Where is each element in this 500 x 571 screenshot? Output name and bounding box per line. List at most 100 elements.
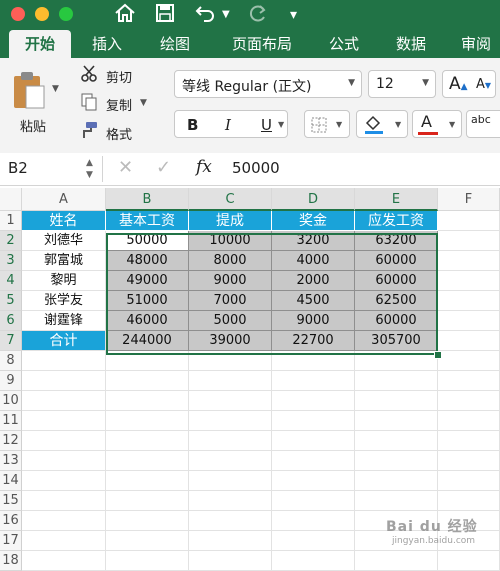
empty-cell[interactable] <box>22 471 106 491</box>
empty-cell[interactable] <box>355 451 438 471</box>
tab-page-layout[interactable]: 页面布局 <box>218 30 306 58</box>
empty-cell[interactable] <box>22 511 106 531</box>
row-header-9[interactable]: 9 <box>0 371 22 391</box>
empty-cell[interactable] <box>106 511 189 531</box>
cell-d7[interactable]: 22700 <box>272 331 355 351</box>
font-size-select[interactable]: 12 ▼ <box>368 70 436 98</box>
empty-cell[interactable] <box>22 411 106 431</box>
column-header-b[interactable]: B <box>106 188 189 211</box>
row-header-1[interactable]: 1 <box>0 211 22 231</box>
empty-cell[interactable] <box>189 551 272 571</box>
empty-cell[interactable] <box>189 491 272 511</box>
empty-cell[interactable] <box>106 471 189 491</box>
close-window-button[interactable] <box>11 7 25 21</box>
cell-d4[interactable]: 2000 <box>272 271 355 291</box>
cell-e1[interactable]: 应发工资 <box>355 211 438 231</box>
cell-d2[interactable]: 3200 <box>272 231 355 251</box>
empty-cell[interactable] <box>189 471 272 491</box>
increase-font-size-button[interactable]: A▲ <box>449 74 468 94</box>
row-header-4[interactable]: 4 <box>0 271 22 291</box>
row-header-7[interactable]: 7 <box>0 331 22 351</box>
empty-cell[interactable] <box>438 291 500 311</box>
wrap-text-button[interactable]: abc <box>466 110 500 138</box>
empty-cell[interactable] <box>438 251 500 271</box>
row-header-16[interactable]: 16 <box>0 511 22 531</box>
empty-cell[interactable] <box>272 431 355 451</box>
empty-cell[interactable] <box>189 351 272 371</box>
empty-cell[interactable] <box>189 431 272 451</box>
empty-cell[interactable] <box>438 211 500 231</box>
empty-cell[interactable] <box>272 491 355 511</box>
cell-d1[interactable]: 奖金 <box>272 211 355 231</box>
empty-cell[interactable] <box>22 371 106 391</box>
empty-cell[interactable] <box>272 451 355 471</box>
empty-cell[interactable] <box>22 391 106 411</box>
cell-a7[interactable]: 合计 <box>22 331 106 351</box>
cell-b1[interactable]: 基本工资 <box>106 211 189 231</box>
empty-cell[interactable] <box>189 511 272 531</box>
copy-label[interactable]: 复制 <box>106 95 132 114</box>
empty-cell[interactable] <box>355 351 438 371</box>
cell-c4[interactable]: 9000 <box>189 271 272 291</box>
empty-cell[interactable] <box>272 411 355 431</box>
cell-b3[interactable]: 48000 <box>106 251 189 271</box>
confirm-entry-icon[interactable]: ✓ <box>156 157 171 178</box>
cell-a4[interactable]: 黎明 <box>22 271 106 291</box>
row-header-13[interactable]: 13 <box>0 451 22 471</box>
cell-e6[interactable]: 60000 <box>355 311 438 331</box>
cell-a2[interactable]: 刘德华 <box>22 231 106 251</box>
cell-c5[interactable]: 7000 <box>189 291 272 311</box>
cell-c3[interactable]: 8000 <box>189 251 272 271</box>
cell-a1[interactable]: 姓名 <box>22 211 106 231</box>
cell-c6[interactable]: 5000 <box>189 311 272 331</box>
empty-cell[interactable] <box>272 391 355 411</box>
redo-icon[interactable] <box>246 3 268 30</box>
save-icon[interactable] <box>155 3 175 30</box>
empty-cell[interactable] <box>355 391 438 411</box>
empty-cell[interactable] <box>438 271 500 291</box>
format-painter-label[interactable]: 格式 <box>106 124 132 143</box>
undo-dropdown-icon[interactable]: ▼ <box>222 3 230 27</box>
empty-cell[interactable] <box>189 411 272 431</box>
cell-b4[interactable]: 49000 <box>106 271 189 291</box>
minimize-window-button[interactable] <box>35 7 49 21</box>
cell-d6[interactable]: 9000 <box>272 311 355 331</box>
fill-color-button[interactable]: ▼ <box>356 110 408 138</box>
empty-cell[interactable] <box>438 491 500 511</box>
empty-cell[interactable] <box>22 431 106 451</box>
empty-cell[interactable] <box>22 451 106 471</box>
insert-function-button[interactable]: fx <box>196 157 212 177</box>
cell-d5[interactable]: 4500 <box>272 291 355 311</box>
empty-cell[interactable] <box>106 491 189 511</box>
italic-button[interactable]: I <box>225 116 231 134</box>
copy-icon[interactable] <box>80 93 98 115</box>
empty-cell[interactable] <box>189 391 272 411</box>
empty-cell[interactable] <box>438 391 500 411</box>
paste-dropdown-icon[interactable]: ▼ <box>52 84 59 94</box>
format-painter-icon[interactable] <box>80 121 98 143</box>
cell-e2[interactable]: 63200 <box>355 231 438 251</box>
row-header-17[interactable]: 17 <box>0 531 22 551</box>
empty-cell[interactable] <box>438 231 500 251</box>
row-header-18[interactable]: 18 <box>0 551 22 571</box>
empty-cell[interactable] <box>355 431 438 451</box>
empty-cell[interactable] <box>438 451 500 471</box>
underline-button[interactable]: U <box>261 116 272 134</box>
row-header-10[interactable]: 10 <box>0 391 22 411</box>
cell-d3[interactable]: 4000 <box>272 251 355 271</box>
empty-cell[interactable] <box>272 351 355 371</box>
tab-formulas[interactable]: 公式 <box>318 30 370 58</box>
cell-e5[interactable]: 62500 <box>355 291 438 311</box>
column-header-e[interactable]: E <box>355 188 438 211</box>
tab-draw[interactable]: 绘图 <box>148 30 202 58</box>
cell-c7[interactable]: 39000 <box>189 331 272 351</box>
column-header-f[interactable]: F <box>438 188 500 211</box>
empty-cell[interactable] <box>272 371 355 391</box>
empty-cell[interactable] <box>355 491 438 511</box>
empty-cell[interactable] <box>106 451 189 471</box>
cell-b7[interactable]: 244000 <box>106 331 189 351</box>
row-header-6[interactable]: 6 <box>0 311 22 331</box>
empty-cell[interactable] <box>438 311 500 331</box>
tab-data[interactable]: 数据 <box>384 30 438 58</box>
empty-cell[interactable] <box>106 371 189 391</box>
